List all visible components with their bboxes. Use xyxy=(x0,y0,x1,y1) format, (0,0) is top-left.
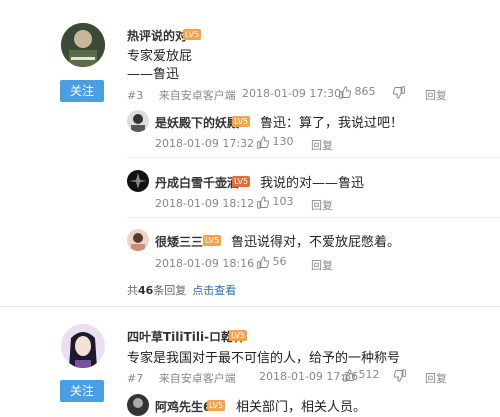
username[interactable]: 热评说的对 xyxy=(127,27,187,44)
reply-button[interactable]: 回复 xyxy=(311,257,333,273)
thumbs-up-icon xyxy=(257,255,269,269)
like-count: 512 xyxy=(358,368,380,381)
comment-text: 专家是我国对于最不可信的人，给予的一种称号 xyxy=(127,351,401,366)
comment-text: ——鲁迅 xyxy=(127,67,180,82)
avatar[interactable] xyxy=(127,394,149,416)
timestamp: 2018-01-09 18:16 xyxy=(155,257,255,270)
username[interactable]: 丹成白雪千壶酒 xyxy=(155,174,239,191)
reply-summary: 共46条回复 点击查看 xyxy=(127,282,236,298)
reply-button[interactable]: 回复 xyxy=(425,87,447,103)
avatar-image xyxy=(127,110,149,132)
thumbs-up-icon xyxy=(339,85,351,99)
like-count: 865 xyxy=(354,85,376,98)
level-badge: LV5 xyxy=(229,330,248,341)
level-badge: LV5 xyxy=(203,235,222,246)
avatar-image xyxy=(127,229,149,251)
timestamp: 2018-01-09 17:30 xyxy=(242,87,342,100)
summary-prefix: 共 xyxy=(127,284,138,297)
avatar-image xyxy=(127,170,149,192)
username[interactable]: 很矮三三 xyxy=(155,233,203,250)
reply-count: 46 xyxy=(138,284,154,297)
avatar-image xyxy=(61,324,105,368)
username[interactable]: 是妖殿下的妖殿 xyxy=(155,114,239,131)
username[interactable]: 四叶草TiliTili-ロ乾杯 xyxy=(127,328,245,345)
summary-suffix: 条回复 xyxy=(153,284,187,297)
follow-button[interactable]: 关注 xyxy=(60,380,104,402)
like-button[interactable]: 865 xyxy=(338,85,376,99)
username[interactable]: 阿鸡先生6 xyxy=(155,398,211,415)
thumbs-down-icon xyxy=(394,368,406,382)
like-count: 130 xyxy=(272,135,294,148)
dislike-button[interactable] xyxy=(393,85,406,99)
thumbs-down-icon xyxy=(393,85,405,99)
timestamp: 2018-01-09 17:32 xyxy=(155,137,255,150)
dislike-button[interactable] xyxy=(394,368,407,382)
reply-button[interactable]: 回复 xyxy=(311,137,333,153)
reply-text: 相关部门，相关人员。 xyxy=(236,400,367,415)
timestamp: 2018-01-09 18:12 xyxy=(155,197,255,210)
reply-text: 我说的对——鲁迅 xyxy=(260,176,365,191)
avatar[interactable] xyxy=(127,229,149,251)
level-badge: LV5 xyxy=(232,116,251,127)
avatar-image xyxy=(61,23,105,67)
divider xyxy=(127,157,500,158)
comment-meta: #3 来自安卓客户端 xyxy=(127,87,236,103)
source-text: 来自安卓客户端 xyxy=(158,89,236,102)
comment-text: 专家爱放屁 xyxy=(127,49,193,64)
follow-button[interactable]: 关注 xyxy=(60,80,104,102)
avatar[interactable] xyxy=(127,110,149,132)
thumbs-up-icon xyxy=(343,368,355,382)
reply-button[interactable]: 回复 xyxy=(425,370,447,386)
reply-button[interactable]: 回复 xyxy=(311,197,333,213)
avatar[interactable] xyxy=(61,23,105,67)
like-count: 56 xyxy=(272,255,287,268)
level-badge: LV5 xyxy=(207,400,226,411)
view-replies-link[interactable]: 点击查看 xyxy=(192,284,236,297)
source-text: 来自安卓客户端 xyxy=(158,372,236,385)
thumbs-up-icon xyxy=(257,135,269,149)
avatar[interactable] xyxy=(61,324,105,368)
floor-number: #3 xyxy=(127,89,144,102)
level-badge: LV5 xyxy=(183,29,202,40)
like-button[interactable]: 130 xyxy=(256,135,294,149)
avatar[interactable] xyxy=(127,170,149,192)
like-button[interactable]: 56 xyxy=(256,255,287,269)
avatar-image xyxy=(127,394,149,416)
thumbs-up-icon xyxy=(257,195,269,209)
reply-text: 鲁迅说得对，不爱放屁憋着。 xyxy=(231,235,401,250)
comment-meta: #7 来自安卓客户端 xyxy=(127,370,236,386)
level-badge: LV5 xyxy=(232,176,251,187)
like-button[interactable]: 512 xyxy=(342,368,380,382)
divider xyxy=(0,306,500,307)
like-count: 103 xyxy=(272,195,294,208)
like-button[interactable]: 103 xyxy=(256,195,294,209)
reply-text: 鲁迅：算了，我说过吧！ xyxy=(260,116,404,131)
divider xyxy=(127,217,500,218)
floor-number: #7 xyxy=(127,372,144,385)
